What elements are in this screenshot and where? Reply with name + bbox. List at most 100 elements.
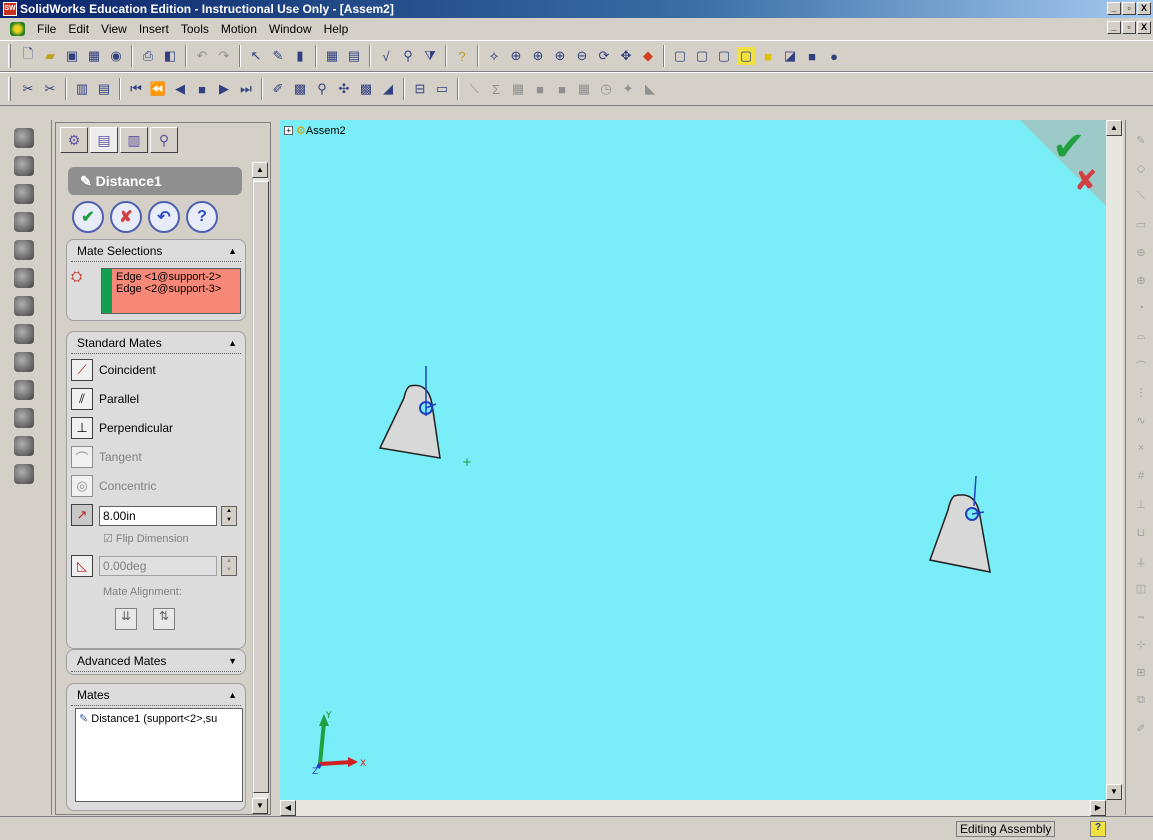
collapse-arrow-icon[interactable]: ▲ — [228, 684, 237, 706]
selection-item[interactable]: Edge <2@support-3> — [116, 283, 236, 295]
tab-configuration-manager[interactable]: ▥ — [120, 127, 148, 153]
panel-scrollbar[interactable]: ▲ ▼ — [252, 162, 269, 814]
status-help-icon[interactable]: ? — [1090, 821, 1106, 837]
close-button[interactable]: X — [1137, 2, 1151, 15]
equation-icon[interactable]: √ — [377, 47, 395, 65]
redo-icon[interactable]: ↷ — [215, 47, 233, 65]
advanced-mates-header[interactable]: Advanced Mates ▼ — [71, 650, 241, 672]
grid-icon[interactable]: # — [1134, 470, 1148, 484]
scroll-right-arrow[interactable]: ▶ — [1090, 800, 1106, 816]
tab-dim-xpert[interactable]: ⚲ — [150, 127, 178, 153]
lights-icon[interactable]: ✦ — [619, 80, 637, 98]
toolbar-grip[interactable] — [8, 77, 11, 101]
menu-view[interactable]: View — [95, 18, 133, 40]
corner-cancel-icon[interactable]: ✘ — [1074, 164, 1097, 197]
sketch-icon[interactable]: ✎ — [269, 47, 287, 65]
wireframe-icon[interactable]: ▢ — [671, 47, 689, 65]
menu-help[interactable]: Help — [318, 18, 355, 40]
ok-button[interactable]: ✔ — [72, 201, 104, 233]
copy-icon[interactable]: ✂ — [41, 80, 59, 98]
standard-views-icon[interactable]: ◆ — [639, 47, 657, 65]
zoom-selection-icon[interactable]: ⊖ — [573, 47, 591, 65]
mates-header[interactable]: Mates ▲ — [71, 684, 241, 706]
sensor-icon[interactable]: ⚲ — [399, 47, 417, 65]
aligned-button[interactable]: ⇊ — [115, 608, 137, 630]
rewind-icon[interactable]: ⏪ — [149, 80, 167, 98]
assembly-tool-icon[interactable] — [14, 268, 34, 288]
assembly-tool-icon[interactable] — [14, 464, 34, 484]
table-icon[interactable]: ▤ — [95, 80, 113, 98]
doc-restore-button[interactable]: ▫ — [1122, 21, 1136, 34]
tangent-mate-button[interactable]: ⌒ Tangent — [71, 445, 142, 469]
play-icon[interactable]: ▶ — [215, 80, 233, 98]
move-component-icon[interactable]: ✣ — [335, 80, 353, 98]
centerline-icon[interactable]: ⋮ — [1134, 386, 1148, 400]
collapse-arrow-icon[interactable]: ▲ — [228, 332, 237, 354]
mates-list[interactable]: ✎ Distance1 (support<2>,su — [75, 708, 243, 802]
distance-input[interactable]: 8.00in — [99, 506, 217, 526]
stop-icon[interactable]: ▮ — [291, 47, 309, 65]
tree-root-label[interactable]: Assem2 — [306, 125, 346, 137]
sketch-icon[interactable]: ✎ — [1134, 134, 1148, 148]
zoom-area-icon[interactable]: ⊕ — [529, 47, 547, 65]
extend-icon[interactable]: ⊹ — [1134, 638, 1148, 652]
collapse-arrow-icon[interactable]: ▲ — [228, 240, 237, 262]
new-icon[interactable]: 🗋 — [19, 46, 37, 65]
mate-list-item[interactable]: Distance1 (support<2>,su — [91, 713, 217, 725]
stop-play-icon[interactable]: ■ — [193, 80, 211, 98]
viewport-horizontal-scrollbar[interactable]: ◀ ▶ — [280, 800, 1106, 816]
offset-icon[interactable]: ◫ — [1134, 582, 1148, 596]
selection-item[interactable]: Edge <1@support-2> — [116, 271, 236, 283]
view-orientation-icon[interactable]: ⟡ — [485, 47, 503, 65]
minimize-button[interactable]: _ — [1107, 2, 1121, 15]
assembly-tool-icon[interactable] — [14, 436, 34, 456]
insert-component-icon[interactable]: ▩ — [291, 80, 309, 98]
assembly-tool-icon[interactable] — [14, 184, 34, 204]
parallel-mate-button[interactable]: ⫽ Parallel — [71, 387, 139, 411]
grid-icon[interactable]: ▦ — [323, 47, 341, 65]
select-icon[interactable]: ↖ — [247, 47, 265, 65]
shaded-with-edges-icon[interactable]: ▢ — [737, 47, 755, 65]
assembly-tool-icon[interactable] — [14, 324, 34, 344]
scroll-left-arrow[interactable]: ◀ — [280, 800, 296, 816]
menu-edit[interactable]: Edit — [62, 18, 95, 40]
make-drawing-icon[interactable]: ▦ — [85, 47, 103, 65]
support-2-part[interactable]: + — [374, 364, 454, 468]
scroll-down-arrow[interactable]: ▼ — [252, 798, 268, 814]
rotate-component-icon[interactable]: ▩ — [357, 80, 375, 98]
assembly-tool-icon[interactable] — [14, 408, 34, 428]
assembly-tool-icon[interactable] — [14, 240, 34, 260]
fillet-icon[interactable]: ⌒ — [1134, 358, 1148, 373]
rotate-icon[interactable]: ⟳ — [595, 47, 613, 65]
circle-icon[interactable]: ⊕ — [1134, 246, 1148, 260]
distance-mate-button[interactable]: ↗ — [71, 503, 99, 527]
zoom-to-fit-icon[interactable]: ⊕ — [507, 47, 525, 65]
angle-mate-button[interactable]: ◺ — [71, 554, 99, 578]
trim-icon[interactable]: ⫬ — [1134, 610, 1148, 624]
assembly-tool-icon[interactable] — [14, 380, 34, 400]
help-icon[interactable]: ? — [453, 47, 471, 65]
last-icon[interactable]: ⏭ — [237, 80, 255, 98]
pan-icon[interactable]: ✥ — [617, 47, 635, 65]
expand-icon[interactable]: + — [284, 126, 293, 135]
mate-selections-header[interactable]: Mate Selections ▲ — [71, 240, 241, 262]
tab-feature-manager[interactable]: ⚙ — [60, 127, 88, 153]
menu-window[interactable]: Window — [263, 18, 318, 40]
section-view-icon[interactable]: ◪ — [781, 47, 799, 65]
line-icon[interactable]: ⟍ — [1134, 190, 1148, 204]
chart-icon[interactable]: ◢ — [379, 80, 397, 98]
standard-mates-header[interactable]: Standard Mates ▲ — [71, 332, 241, 354]
concentric-mate-button[interactable]: ◎ Concentric — [71, 474, 156, 498]
scroll-up-arrow[interactable]: ▲ — [252, 162, 268, 178]
assembly-tool-icon[interactable] — [14, 352, 34, 372]
undo-icon[interactable]: ↶ — [193, 47, 211, 65]
advanced-mates-box[interactable]: Advanced Mates ▼ — [66, 649, 246, 675]
angle-spinner[interactable]: ▲ ▼ — [221, 556, 237, 576]
toolbar-grip[interactable] — [8, 44, 11, 68]
rebuild-icon[interactable]: ◉ — [107, 47, 125, 65]
options-icon[interactable]: ▤ — [345, 47, 363, 65]
support-3-part[interactable] — [920, 476, 1000, 580]
spline-icon[interactable]: ∿ — [1134, 414, 1148, 428]
menu-file[interactable]: File — [31, 18, 62, 40]
scroll-up-arrow[interactable]: ▲ — [1106, 120, 1122, 136]
